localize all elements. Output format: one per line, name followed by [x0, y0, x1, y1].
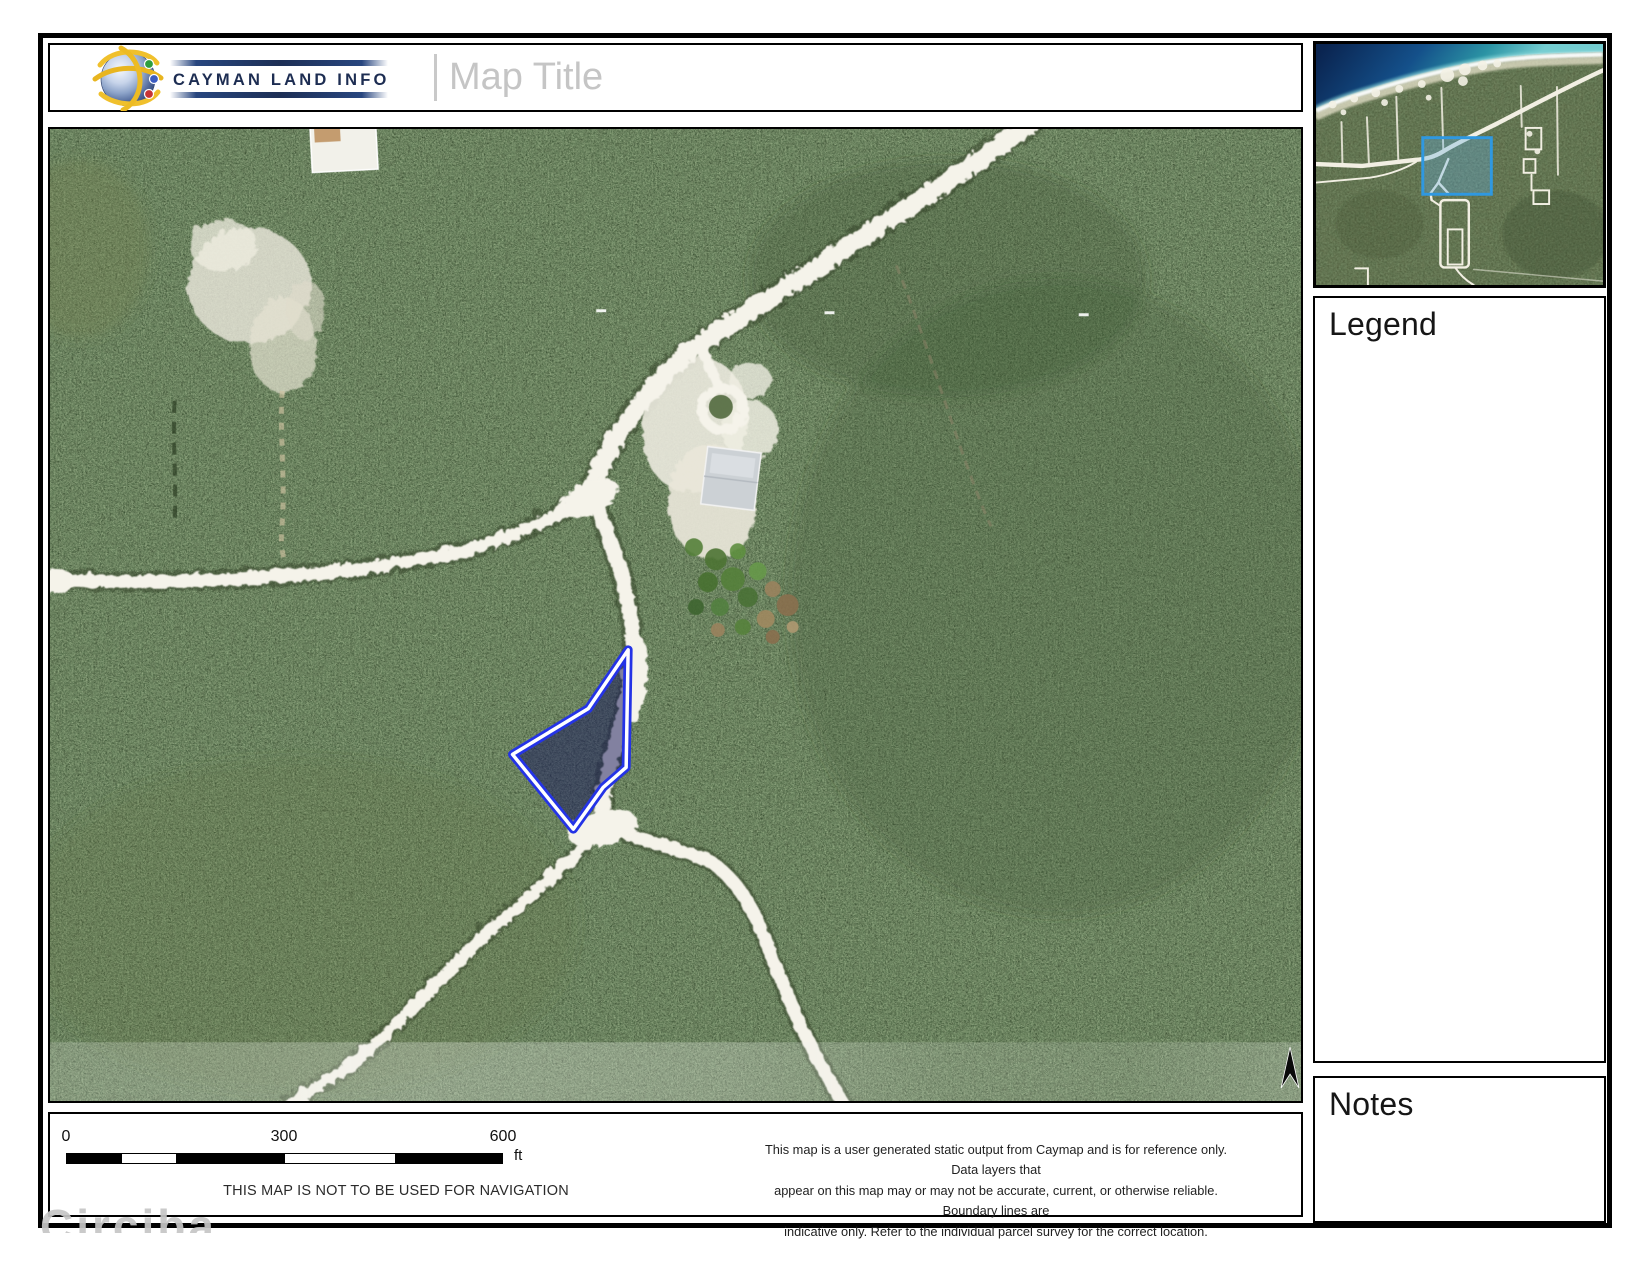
disclaimer-line: appear on this map may or may not be acc… [760, 1181, 1232, 1222]
scale-bar-segment [67, 1154, 122, 1163]
scale-unit: ft [514, 1147, 522, 1164]
notes-title: Notes [1329, 1086, 1414, 1123]
overview-locator-map [1313, 41, 1606, 288]
scale-tick-0: 0 [62, 1128, 71, 1146]
scale-bar-segment [395, 1154, 502, 1163]
scale-tick-600: 600 [490, 1128, 517, 1146]
disclaimer-text: This map is a user generated static outp… [760, 1140, 1232, 1242]
haze-band [50, 1042, 1301, 1101]
title-separator [434, 54, 437, 101]
cayman-land-info-logo-icon: CAYMAN LAND INFO [90, 45, 430, 111]
legend-panel: Legend [1313, 296, 1606, 1063]
scale-bar-segment [176, 1154, 285, 1163]
map-sheet: CAYMAN LAND INFO Map Title [0, 0, 1650, 1275]
legend-title: Legend [1329, 306, 1437, 343]
map-title: Map Title [449, 56, 603, 99]
brand-text: CAYMAN LAND INFO [173, 71, 390, 89]
scale-bar-segment [285, 1154, 395, 1163]
scale-tick-300: 300 [271, 1128, 298, 1146]
notes-panel: Notes [1313, 1076, 1606, 1223]
navigation-warning: THIS MAP IS NOT TO BE USED FOR NAVIGATIO… [66, 1183, 726, 1199]
header-bar: CAYMAN LAND INFO Map Title [48, 43, 1303, 112]
aerial-map [48, 127, 1303, 1103]
scale-bar-segment [122, 1154, 176, 1163]
scale-bar [66, 1153, 503, 1164]
disclaimer-line: This map is a user generated static outp… [760, 1140, 1232, 1181]
driveway-island [709, 395, 733, 419]
building-gray-roof [701, 447, 761, 511]
disclaimer-line: indicative only. Refer to the individual… [760, 1222, 1232, 1242]
extent-rectangle [1423, 138, 1492, 195]
building-top-left [310, 129, 378, 173]
